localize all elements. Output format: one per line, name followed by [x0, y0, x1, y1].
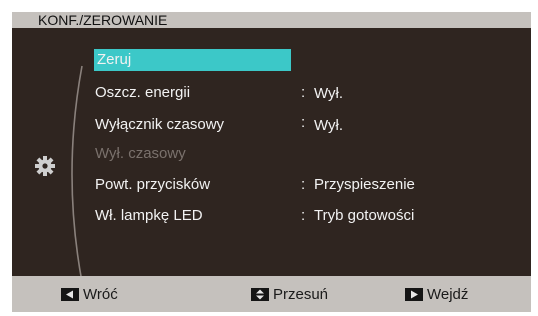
- menu-item-key-repeat[interactable]: Powt. przycisków: [95, 174, 210, 196]
- menu-item-value: Wył.: [314, 85, 344, 102]
- enter-label: Wejdź: [427, 285, 469, 303]
- menu-item-label: Wł. lampkę LED: [95, 207, 203, 224]
- menu-arc-decoration: [71, 65, 83, 283]
- menu-item-power-led[interactable]: Wł. lampkę LED: [95, 205, 203, 227]
- separator: :: [301, 84, 306, 101]
- gear-icon: [35, 156, 55, 176]
- footer-bar: Wróć Przesuń Wejdź: [12, 276, 531, 312]
- separator: :: [301, 114, 306, 131]
- menu-item-value: Wył.: [314, 117, 344, 134]
- menu-item-off-timer[interactable]: Wyłącznik czasowy: [95, 114, 224, 136]
- menu-item-reset[interactable]: Zeruj: [94, 49, 291, 71]
- triangle-left-icon: [61, 287, 79, 301]
- menu-item-label: Oszcz. energii: [95, 84, 191, 101]
- osd-menu: KONF./ZEROWANIE Zeruj Oszcz. energii : W…: [12, 12, 531, 312]
- menu-item-label: Powt. przycisków: [95, 176, 211, 193]
- enter-hint[interactable]: Wejdź: [405, 276, 468, 312]
- title-bar: KONF./ZEROWANIE: [12, 12, 531, 28]
- move-hint[interactable]: Przesuń: [251, 276, 328, 312]
- menu-item-label: Wył. czasowy: [95, 145, 186, 162]
- menu-item-value: Tryb gotowości: [314, 207, 415, 224]
- separator: :: [301, 207, 306, 224]
- triangle-right-icon: [405, 287, 423, 301]
- separator: :: [301, 176, 306, 193]
- back-label: Wróć: [83, 285, 118, 303]
- up-down-arrows-icon: [251, 287, 269, 301]
- menu-item-label: Zeruj: [97, 51, 132, 68]
- menu-item-eco-saving[interactable]: Oszcz. energii: [95, 82, 190, 104]
- menu-item-label: Wyłącznik czasowy: [95, 116, 225, 133]
- menu-item-value: Przyspieszenie: [314, 176, 415, 193]
- back-hint[interactable]: Wróć: [61, 276, 118, 312]
- move-label: Przesuń: [273, 285, 329, 303]
- menu-item-turn-off-after: Wył. czasowy: [95, 143, 186, 165]
- menu-title: KONF./ZEROWANIE: [38, 12, 168, 28]
